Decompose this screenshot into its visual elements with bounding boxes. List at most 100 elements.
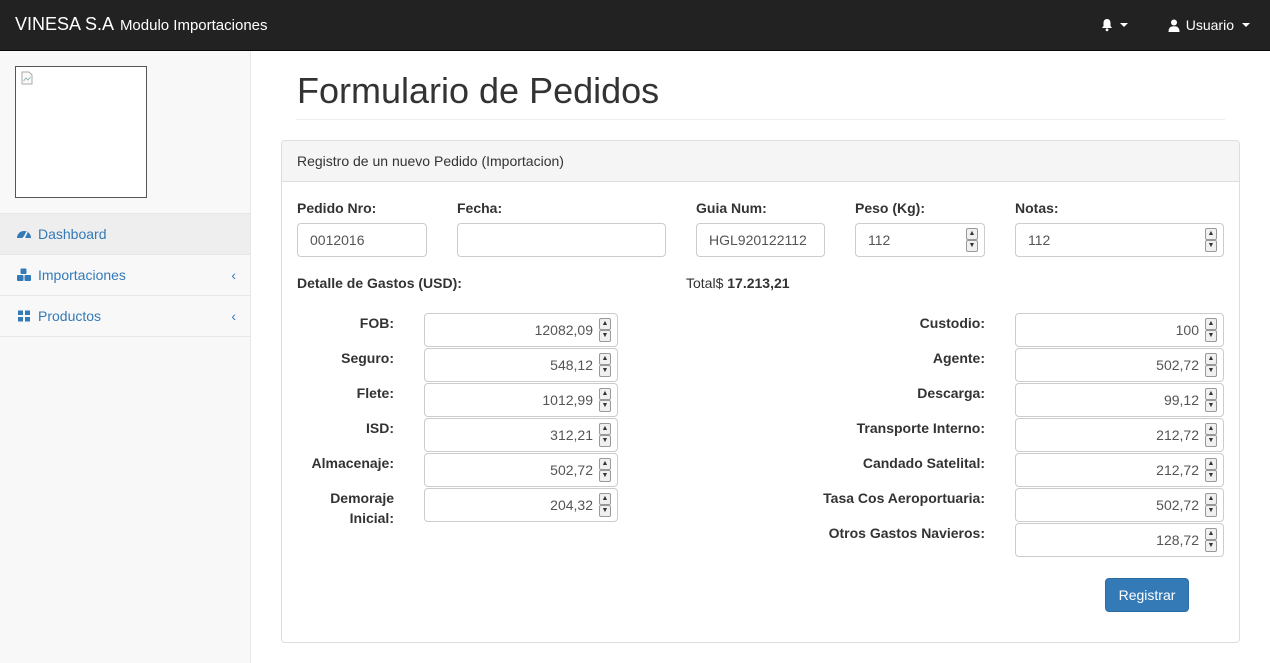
gasto-label: Descarga: [917,385,985,401]
gasto-spinner[interactable]: ▲ ▼ [599,353,611,377]
gasto-input-transporte-interno[interactable]: 212,72 ▲ ▼ [1015,418,1224,452]
gasto-input-custodio[interactable]: 100 ▲ ▼ [1015,313,1224,347]
gasto-input-flete[interactable]: 1012,99 ▲ ▼ [424,383,618,417]
peso-spinner[interactable]: ▲ ▼ [966,228,978,252]
gasto-label: Demoraje [330,490,394,506]
notas-input[interactable]: 112 ▲ ▼ [1015,223,1224,257]
sidebar-item-importaciones[interactable]: Importaciones ‹ [0,255,250,296]
spin-up-icon[interactable]: ▲ [1205,458,1217,470]
spin-up-icon[interactable]: ▲ [599,353,611,365]
gasto-spinner[interactable]: ▲ ▼ [599,423,611,447]
brand-name[interactable]: VINESA S.A [15,14,114,34]
spin-down-icon[interactable]: ▼ [599,435,611,447]
fecha-input[interactable] [457,223,666,257]
gasto-input-isd[interactable]: 312,21 ▲ ▼ [424,418,618,452]
pedido-input[interactable]: 0012016 [297,223,427,257]
gasto-input-otros-navieros[interactable]: 128,72 ▲ ▼ [1015,523,1224,557]
notifications-dropdown[interactable] [1080,0,1140,50]
gasto-input-tasa-aeroportuaria[interactable]: 502,72 ▲ ▼ [1015,488,1224,522]
sidebar-item-dashboard[interactable]: Dashboard [0,214,250,255]
gasto-input-seguro[interactable]: 548,12 ▲ ▼ [424,348,618,382]
gasto-input-descarga[interactable]: 99,12 ▲ ▼ [1015,383,1224,417]
peso-input[interactable]: 112 ▲ ▼ [855,223,985,257]
gasto-input-almacenaje[interactable]: 502,72 ▲ ▼ [424,453,618,487]
spin-down-icon[interactable]: ▼ [599,330,611,342]
spin-up-icon[interactable]: ▲ [966,228,978,240]
gasto-label: Agente: [932,350,985,366]
gasto-value: 502,72 [550,462,593,478]
gasto-value: 1012,99 [542,392,593,408]
guia-input[interactable]: HGL920122112 [696,223,825,257]
spin-down-icon[interactable]: ▼ [1205,365,1217,377]
notas-spinner[interactable]: ▲ ▼ [1205,228,1217,252]
spin-up-icon[interactable]: ▲ [599,423,611,435]
broken-image-icon [21,71,33,85]
guia-value: HGL920122112 [709,232,807,248]
chevron-down-icon [1242,23,1250,27]
gasto-value: 548,12 [550,357,593,373]
gasto-spinner[interactable]: ▲ ▼ [599,493,611,517]
spin-down-icon[interactable]: ▼ [599,470,611,482]
gasto-spinner[interactable]: ▲ ▼ [1205,423,1217,447]
sidebar-item-label: Dashboard [38,226,107,242]
spin-down-icon[interactable]: ▼ [599,505,611,517]
registrar-button[interactable]: Registrar [1105,578,1189,612]
spin-down-icon[interactable]: ▼ [1205,505,1217,517]
gasto-spinner[interactable]: ▲ ▼ [1205,318,1217,342]
spin-up-icon[interactable]: ▲ [1205,528,1217,540]
spin-down-icon[interactable]: ▼ [599,400,611,412]
spin-up-icon[interactable]: ▲ [1205,228,1217,240]
gasto-spinner[interactable]: ▲ ▼ [599,458,611,482]
spin-up-icon[interactable]: ▲ [1205,318,1217,330]
pedido-label: Pedido Nro: [297,200,377,216]
gasto-label-line2: Inicial: [349,510,394,526]
spin-up-icon[interactable]: ▲ [599,318,611,330]
spin-up-icon[interactable]: ▲ [1205,388,1217,400]
spin-down-icon[interactable]: ▼ [1205,435,1217,447]
gasto-label: Candado Satelital: [862,455,985,471]
spin-down-icon[interactable]: ▼ [1205,470,1217,482]
notas-value: 112 [1028,232,1051,248]
chevron-left-icon: ‹ [231,267,236,283]
gasto-spinner[interactable]: ▲ ▼ [1205,388,1217,412]
gasto-label: FOB: [359,315,394,331]
spin-up-icon[interactable]: ▲ [1205,493,1217,505]
user-dropdown[interactable]: Usuario [1140,0,1270,50]
gasto-label: ISD: [366,420,394,436]
spin-up-icon[interactable]: ▲ [599,388,611,400]
spin-down-icon[interactable]: ▼ [1205,330,1217,342]
spin-down-icon[interactable]: ▼ [599,365,611,377]
gasto-spinner[interactable]: ▲ ▼ [1205,458,1217,482]
gasto-input-demoraje[interactable]: 204,32 ▲ ▼ [424,488,618,522]
spin-down-icon[interactable]: ▼ [1205,400,1217,412]
gasto-value: 212,72 [1156,462,1199,478]
guia-label: Guia Num: [696,200,767,216]
spin-up-icon[interactable]: ▲ [1205,423,1217,435]
brand[interactable]: VINESA S.A Modulo Importaciones [15,14,268,35]
gasto-spinner[interactable]: ▲ ▼ [1205,493,1217,517]
spin-up-icon[interactable]: ▲ [1205,353,1217,365]
brand-module[interactable]: Modulo Importaciones [120,17,268,34]
spin-down-icon[interactable]: ▼ [1205,540,1217,552]
gasto-input-fob[interactable]: 12082,09 ▲ ▼ [424,313,618,347]
sidebar-item-productos[interactable]: Productos ‹ [0,296,250,337]
gasto-label: Otros Gastos Navieros: [828,525,985,541]
panel-heading: Registro de un nuevo Pedido (Importacion… [282,141,1239,182]
total-display: Total$ 17.213,21 [686,275,790,291]
spin-up-icon[interactable]: ▲ [599,458,611,470]
spin-down-icon[interactable]: ▼ [1205,240,1217,252]
gasto-input-agente[interactable]: 502,72 ▲ ▼ [1015,348,1224,382]
sidebar-item-label: Importaciones [38,267,126,283]
gasto-input-candado-satelital[interactable]: 212,72 ▲ ▼ [1015,453,1224,487]
gasto-spinner[interactable]: ▲ ▼ [1205,353,1217,377]
user-icon [1168,19,1180,32]
notas-label: Notas: [1015,200,1059,216]
dashboard-icon [17,231,31,240]
gasto-spinner[interactable]: ▲ ▼ [599,318,611,342]
peso-label: Peso (Kg): [855,200,925,216]
gasto-value: 99,12 [1163,392,1199,408]
gasto-spinner[interactable]: ▲ ▼ [599,388,611,412]
spin-up-icon[interactable]: ▲ [599,493,611,505]
spin-down-icon[interactable]: ▼ [966,240,978,252]
gasto-spinner[interactable]: ▲ ▼ [1205,528,1217,552]
